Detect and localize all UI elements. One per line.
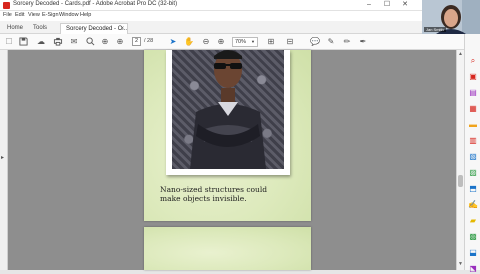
pdf-page-next — [144, 227, 311, 270]
maximize-button[interactable]: ☐ — [380, 0, 394, 11]
title-bar: Sorcery Decoded - Cards.pdf - Adobe Acro… — [0, 0, 422, 11]
create-pdf-icon[interactable]: ▤ — [468, 88, 478, 98]
expand-left-pane-icon[interactable]: ▸ — [1, 154, 4, 161]
redact-icon[interactable]: ▰ — [468, 216, 478, 226]
comment-icon[interactable]: 💬 — [310, 37, 320, 47]
menu-esign[interactable]: E-Sign — [42, 12, 59, 18]
zoom-level-dropdown[interactable]: 70% ▼ — [232, 37, 258, 47]
send-for-review-icon[interactable]: ▨ — [468, 168, 478, 178]
webcam-overlay: Jan Smith — [422, 0, 480, 34]
prepare-form-icon[interactable]: ▩ — [468, 232, 478, 242]
combine-files-icon[interactable]: ▥ — [468, 136, 478, 146]
cloud-upload-icon[interactable]: ☁ — [36, 37, 46, 47]
sign-icon[interactable]: ✒ — [358, 37, 368, 47]
tab-tools[interactable]: Tools — [28, 23, 52, 34]
previous-page-icon[interactable]: ⊕ — [100, 37, 110, 47]
fit-page-icon[interactable]: ⊞ — [266, 37, 276, 47]
acrobat-app-icon — [3, 2, 10, 9]
scroll-down-icon[interactable]: ▼ — [458, 261, 463, 267]
email-icon[interactable]: ✉ — [69, 37, 79, 47]
export-pdf-icon[interactable]: ▣ — [468, 72, 478, 82]
fill-sign-icon[interactable]: ✍ — [468, 200, 478, 210]
zoom-level-value: 70% — [235, 39, 247, 45]
tab-home[interactable]: Home — [2, 23, 28, 34]
bookmark-icon[interactable]: ☐ — [4, 37, 14, 47]
menu-edit[interactable]: Edit — [15, 12, 24, 18]
comment-tool-icon[interactable]: ▬ — [468, 120, 478, 130]
save-icon[interactable] — [18, 37, 28, 47]
protect-icon[interactable]: ⬒ — [468, 184, 478, 194]
left-nav-pane: ▸ — [0, 50, 8, 270]
search-tools-icon[interactable]: ⌕ — [468, 56, 478, 66]
draw-icon[interactable]: ✏ — [342, 37, 352, 47]
zoom-in-icon[interactable]: ⊕ — [216, 37, 226, 47]
page-number-input[interactable]: 2 — [132, 37, 141, 46]
next-page-icon[interactable]: ⊕ — [115, 37, 125, 47]
menu-view[interactable]: View — [28, 12, 40, 18]
hand-tool-icon[interactable]: ✋ — [184, 37, 194, 47]
tab-bar: Home Tools Sorcery Decoded - C... × — [0, 21, 422, 34]
more-tools-icon[interactable]: ⬔ — [468, 264, 478, 274]
edit-pdf-icon[interactable]: ▦ — [468, 104, 478, 114]
menu-window[interactable]: Window — [59, 12, 79, 18]
tab-document-label: Sorcery Decoded - C... — [66, 26, 128, 32]
scrollbar-thumb[interactable] — [458, 175, 463, 187]
select-tool-icon[interactable]: ➤ — [168, 37, 178, 47]
zoom-out-icon[interactable]: ⊖ — [201, 37, 211, 47]
window-title: Sorcery Decoded - Cards.pdf - Adobe Acro… — [13, 1, 178, 7]
search-icon[interactable] — [85, 37, 95, 47]
scroll-up-icon[interactable]: ▲ — [458, 51, 463, 57]
right-tools-pane: ⌕ ▣ ▤ ▦ ▬ ▥ ▧ ▨ ⬒ ✍ ▰ ▩ ⬓ ⬔ — [464, 34, 480, 273]
page-total: / 28 — [144, 38, 154, 44]
close-window-button[interactable]: ✕ — [398, 0, 412, 11]
chevron-down-icon: ▼ — [251, 39, 255, 44]
menu-bar: File Edit View E-Sign Window Help — [0, 11, 422, 21]
tab-document[interactable]: Sorcery Decoded - C... × — [60, 23, 128, 34]
participant-name: Jan Smith — [424, 27, 446, 32]
menu-help[interactable]: Help — [80, 12, 91, 18]
scroll-mode-icon[interactable]: ⊟ — [285, 37, 295, 47]
vertical-scrollbar[interactable]: ▲ ▼ — [456, 50, 464, 270]
caption-line-2: make objects invisible. — [160, 193, 247, 203]
toolbar: ☐ ☁ ✉ ⊕ ⊕ 2 / 28 ➤ ✋ ⊖ ⊕ 70% ▼ ⊞ ⊟ 💬 ✎ ✏… — [0, 34, 464, 50]
page-caption: Nano-sized structures could make objects… — [160, 185, 300, 203]
organize-pages-icon[interactable]: ▧ — [468, 152, 478, 162]
menu-file[interactable]: File — [3, 12, 12, 18]
optimize-pdf-icon[interactable]: ⬓ — [468, 248, 478, 258]
minimize-button[interactable]: – — [362, 0, 376, 11]
highlight-icon[interactable]: ✎ — [326, 37, 336, 47]
print-icon[interactable] — [53, 37, 63, 47]
photo-man-in-patterned-suit — [172, 50, 284, 169]
